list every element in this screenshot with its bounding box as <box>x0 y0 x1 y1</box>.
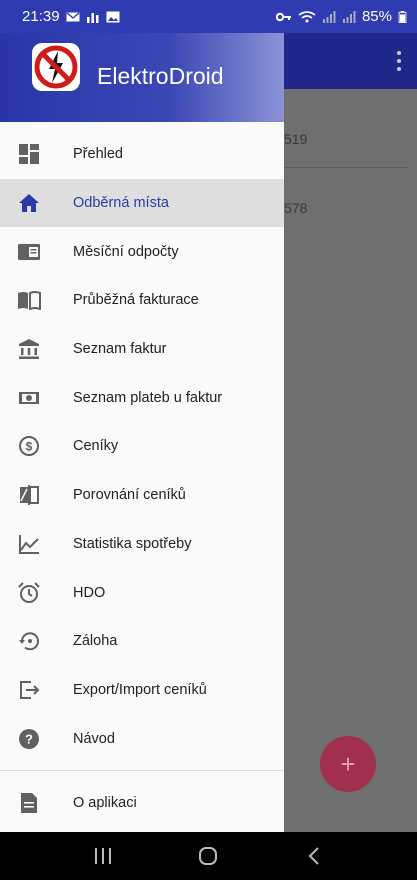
menu-item-seznam-faktur[interactable]: Seznam faktur <box>0 325 284 374</box>
menu-item-o-aplikaci[interactable]: O aplikaci <box>0 779 284 828</box>
menu-item-prehled[interactable]: Přehled <box>0 130 284 179</box>
book-icon <box>17 288 41 312</box>
mail-icon <box>66 11 80 21</box>
recent-apps-icon <box>94 848 111 864</box>
battery-percent: 85% <box>361 8 392 25</box>
money-icon <box>17 386 41 410</box>
menu-item-seznam-plateb[interactable]: Seznam plateb u faktur <box>0 373 284 422</box>
add-fab-button[interactable]: + <box>320 736 376 792</box>
menu-item-prubezna-fakturace[interactable]: Průběžná fakturace <box>0 276 284 325</box>
svg-text:$: $ <box>26 440 33 454</box>
menu-item-statistika-spotreby[interactable]: Statistika spotřeby <box>0 520 284 569</box>
wifi-icon <box>298 10 316 22</box>
dashboard-icon <box>17 142 41 166</box>
monthly-readings-icon <box>17 240 41 264</box>
background-row: 578 <box>284 200 308 216</box>
dollar-coin-icon: $ <box>17 434 41 458</box>
menu-item-porovnani-ceniku[interactable]: Porovnání ceníků <box>0 471 284 520</box>
compare-icon <box>17 483 41 507</box>
menu-item-ceniky[interactable]: $ Ceníky <box>0 422 284 471</box>
background-row: 519 <box>284 131 308 147</box>
drawer-header: ElektroDroid <box>0 33 284 122</box>
bank-icon <box>17 337 41 361</box>
backup-restore-icon <box>17 629 41 653</box>
app-name: ElektroDroid <box>97 63 224 89</box>
document-icon <box>17 791 41 815</box>
cell-signal-icon <box>322 10 336 23</box>
help-icon: ? <box>17 727 41 751</box>
overflow-menu-icon[interactable] <box>397 51 401 71</box>
back-button[interactable] <box>294 836 334 876</box>
menu-item-zaloha[interactable]: Záloha <box>0 617 284 666</box>
system-navigation-bar <box>0 832 417 880</box>
menu-item-odberna-mista[interactable]: Odběrná místa <box>0 178 284 228</box>
menu-item-hdo[interactable]: HDO <box>0 568 284 617</box>
status-bar: 21:39 85% <box>0 0 417 33</box>
navigation-drawer: ElektroDroid Přehled Odběrná místa Měsíč… <box>0 33 284 832</box>
menu-item-navod[interactable]: ? Návod <box>0 714 284 763</box>
back-arrow-icon <box>308 847 319 865</box>
background-divider <box>284 167 409 168</box>
home-icon <box>17 191 41 215</box>
export-icon <box>17 678 41 702</box>
home-circle-icon <box>199 847 218 865</box>
alarm-clock-icon <box>17 581 41 605</box>
home-button[interactable] <box>188 836 228 876</box>
menu-divider <box>0 769 284 771</box>
status-time: 21:39 <box>22 8 60 25</box>
drawer-menu: Přehled Odběrná místa Měsíční odpočty Pr… <box>0 130 284 763</box>
chart-line-icon <box>17 532 41 556</box>
cell-signal-icon-2 <box>342 10 356 23</box>
signal-bars-icon <box>86 12 99 23</box>
image-icon <box>106 11 120 22</box>
menu-item-mesicni-odpocty[interactable]: Měsíční odpočty <box>0 227 284 276</box>
svg-text:?: ? <box>25 731 33 746</box>
no-electricity-sign-icon <box>32 43 80 91</box>
menu-item-export-import[interactable]: Export/Import ceníků <box>0 666 284 715</box>
battery-icon <box>398 10 407 23</box>
key-icon <box>275 12 291 21</box>
recent-apps-button[interactable] <box>83 836 123 876</box>
